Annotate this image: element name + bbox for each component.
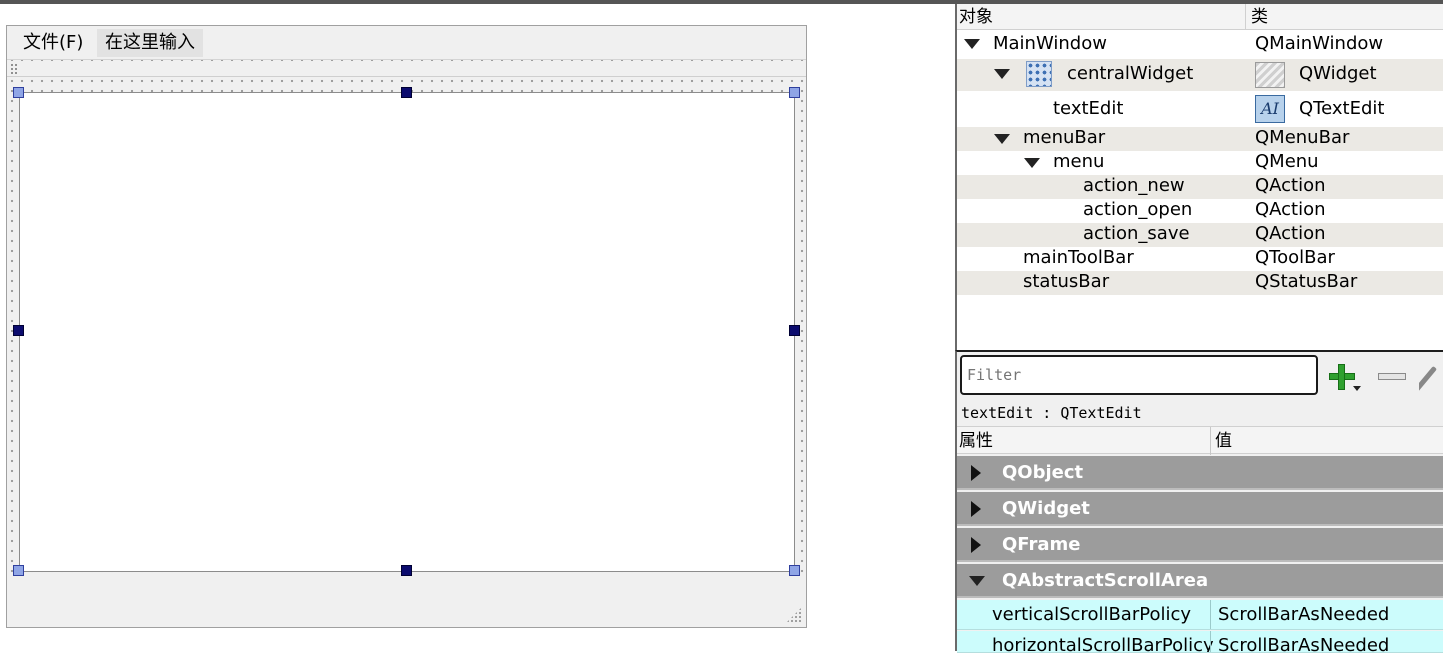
property-row-vertical-scrollbar-policy[interactable]: verticalScrollBarPolicy ScrollBarAsNeede… — [957, 600, 1443, 630]
tree-item-class: QMenu — [1255, 151, 1319, 172]
resize-handle-right[interactable] — [789, 325, 800, 336]
property-value[interactable]: ScrollBarAsNeeded — [1218, 604, 1389, 625]
textedit-icon: AI — [1255, 95, 1285, 123]
object-inspector-header: 对象 类 — [957, 4, 1443, 30]
selected-object-label: textEdit : QTextEdit — [961, 404, 1142, 422]
tree-item-class: QAction — [1255, 223, 1326, 244]
tree-item-name: menuBar — [1023, 127, 1106, 148]
form-preview: 文件(F) 在这里输入 — [6, 25, 807, 628]
tree-item-class: QToolBar — [1255, 247, 1335, 268]
property-name: horizontalScrollBarPolicy — [992, 635, 1214, 653]
object-inspector: 对象 类 MainWindow QMainWindow centralWidge… — [955, 4, 1443, 350]
resize-handle-left[interactable] — [13, 325, 24, 336]
tree-row-action-save[interactable]: action_save QAction — [957, 223, 1443, 247]
form-menubar: 文件(F) 在这里输入 — [7, 26, 806, 60]
tree-item-class: QAction — [1255, 199, 1326, 220]
widget-icon — [1255, 62, 1285, 88]
expand-arrow-icon[interactable] — [964, 39, 980, 49]
size-grip-icon[interactable] — [786, 607, 802, 623]
expand-arrow-icon[interactable] — [969, 576, 985, 586]
tree-item-name: action_open — [1083, 199, 1193, 220]
tree-row-statusbar[interactable]: statusBar QStatusBar — [957, 271, 1443, 295]
tree-item-name: action_new — [1083, 175, 1185, 196]
column-header-property[interactable]: 属性 — [959, 430, 993, 452]
column-divider — [1210, 600, 1211, 629]
form-statusbar — [7, 576, 806, 627]
expand-arrow-icon[interactable] — [994, 69, 1010, 79]
wrench-icon — [1419, 365, 1438, 393]
remove-dynamic-property-button[interactable] — [1375, 360, 1409, 394]
tree-row-textedit[interactable]: textEdit AI QTextEdit — [957, 91, 1443, 127]
tree-item-class: QMainWindow — [1255, 33, 1384, 54]
tree-item-name: mainToolBar — [1023, 247, 1134, 268]
tree-item-class: QWidget — [1299, 63, 1377, 84]
dropdown-arrow-icon — [1353, 386, 1361, 391]
column-divider — [1210, 631, 1211, 652]
minus-icon — [1378, 373, 1406, 380]
tree-item-name: MainWindow — [993, 33, 1107, 54]
tree-row-menubar[interactable]: menuBar QMenuBar — [957, 127, 1443, 151]
tree-row-action-open[interactable]: action_open QAction — [957, 199, 1443, 223]
plus-icon-vertical — [1338, 364, 1345, 390]
tree-item-class: QStatusBar — [1255, 271, 1358, 292]
property-editor: textEdit : QTextEdit 属性 值 QObject QWidge… — [955, 350, 1443, 653]
tree-item-class: QTextEdit — [1299, 98, 1385, 119]
resize-handle-bottom[interactable] — [401, 565, 412, 576]
tree-row-maintoolbar[interactable]: mainToolBar QToolBar — [957, 247, 1443, 271]
tree-row-action-new[interactable]: action_new QAction — [957, 175, 1443, 199]
group-label: QAbstractScrollArea — [1002, 570, 1209, 591]
column-header-object[interactable]: 对象 — [959, 6, 993, 28]
column-header-value[interactable]: 值 — [1215, 430, 1232, 452]
menu-file[interactable]: 文件(F) — [15, 29, 91, 57]
column-divider[interactable] — [1245, 4, 1246, 30]
group-label: QObject — [1002, 462, 1084, 483]
property-name: verticalScrollBarPolicy — [992, 604, 1192, 625]
grid-layout-icon — [1026, 61, 1052, 87]
resize-handle-top-right[interactable] — [789, 87, 800, 98]
group-qabstractscrollarea[interactable]: QAbstractScrollArea — [957, 564, 1443, 598]
menu-type-here[interactable]: 在这里输入 — [97, 29, 203, 57]
tree-item-name: centralWidget — [1067, 63, 1194, 84]
group-qwidget[interactable]: QWidget — [957, 492, 1443, 526]
form-toolbar — [7, 61, 806, 77]
filter-input[interactable] — [960, 355, 1318, 395]
resize-handle-bottom-left[interactable] — [13, 565, 24, 576]
property-row-horizontal-scrollbar-policy[interactable]: horizontalScrollBarPolicy ScrollBarAsNee… — [957, 631, 1443, 653]
toolbar-grip-icon[interactable] — [10, 63, 18, 75]
tree-row-menu[interactable]: menu QMenu — [957, 151, 1443, 175]
property-editor-header: 属性 值 — [957, 426, 1443, 455]
expand-arrow-icon[interactable] — [994, 134, 1010, 144]
resize-handle-top[interactable] — [401, 87, 412, 98]
group-label: QFrame — [1002, 534, 1081, 555]
group-label: QWidget — [1002, 498, 1090, 519]
tree-row-centralwidget[interactable]: centralWidget QWidget — [957, 59, 1443, 91]
collapse-arrow-icon[interactable] — [971, 501, 981, 517]
add-dynamic-property-button[interactable] — [1327, 360, 1361, 394]
tree-item-name: statusBar — [1023, 271, 1110, 292]
tree-row-mainwindow[interactable]: MainWindow QMainWindow — [957, 31, 1443, 59]
collapse-arrow-icon[interactable] — [971, 465, 981, 481]
tree-item-name: action_save — [1083, 223, 1190, 244]
column-header-class[interactable]: 类 — [1251, 6, 1268, 28]
expand-arrow-icon[interactable] — [1024, 158, 1040, 168]
collapse-arrow-icon[interactable] — [971, 537, 981, 553]
configure-button[interactable] — [1419, 360, 1443, 394]
tree-item-class: QMenuBar — [1255, 127, 1350, 148]
group-qobject[interactable]: QObject — [957, 456, 1443, 490]
group-qframe[interactable]: QFrame — [957, 528, 1443, 562]
tree-item-name: textEdit — [1053, 98, 1124, 119]
property-value[interactable]: ScrollBarAsNeeded — [1218, 635, 1389, 652]
column-divider[interactable] — [1210, 427, 1211, 455]
tree-item-name: menu — [1053, 151, 1105, 172]
central-widget[interactable] — [7, 78, 806, 576]
text-edit-widget[interactable] — [19, 92, 795, 572]
resize-handle-bottom-right[interactable] — [789, 565, 800, 576]
resize-handle-top-left[interactable] — [13, 87, 24, 98]
tree-item-class: QAction — [1255, 175, 1326, 196]
